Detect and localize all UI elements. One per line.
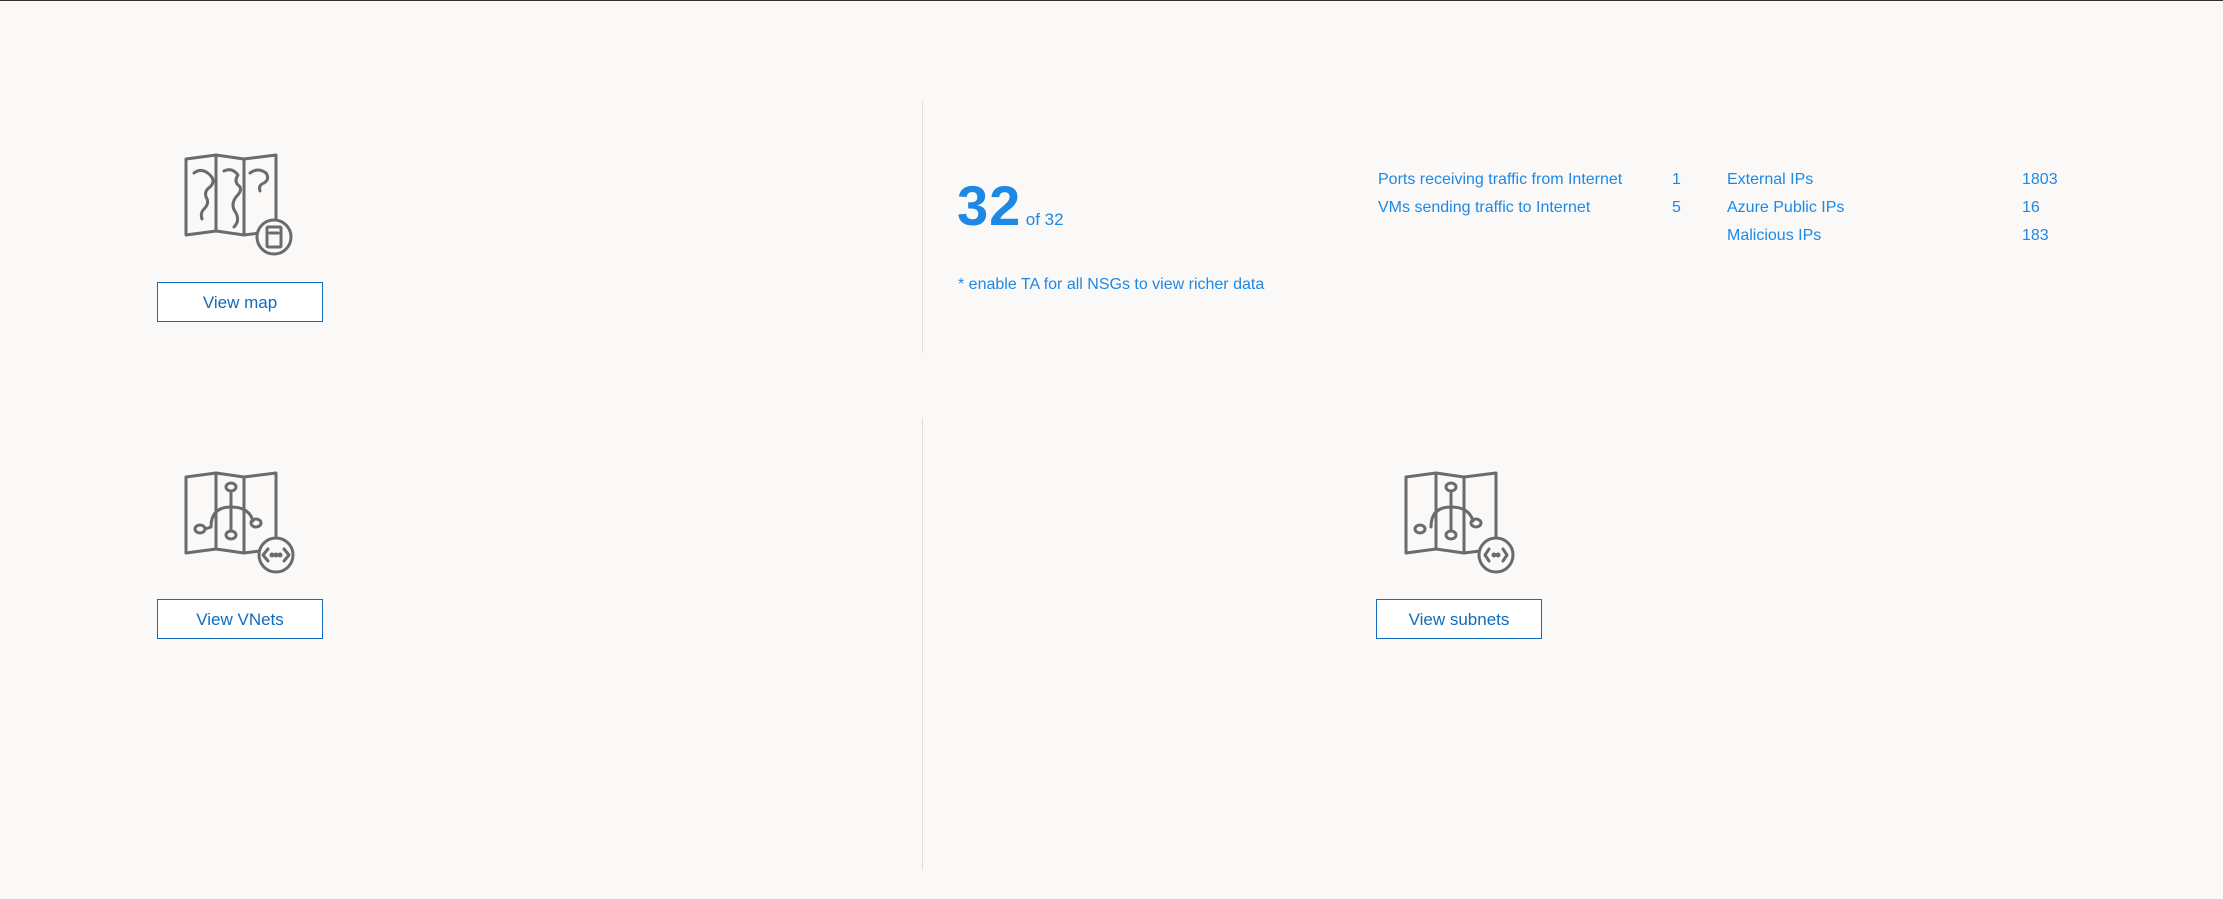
nsg-count-summary: 32 of 32 (957, 173, 1064, 238)
nsg-total-label: of 32 (1025, 210, 1064, 229)
ports-receiving-traffic-value[interactable]: 1 (1672, 171, 1681, 189)
external-ips-value[interactable]: 1803 (2022, 171, 2058, 189)
map-document-icon (180, 151, 298, 261)
nsg-count: 32 (957, 174, 1022, 237)
view-map-button[interactable]: View map (157, 282, 323, 322)
vms-sending-traffic-label[interactable]: VMs sending traffic to Internet (1378, 199, 1590, 217)
malicious-ips-value[interactable]: 183 (2022, 227, 2049, 245)
view-subnets-button[interactable]: View subnets (1376, 599, 1542, 639)
azure-public-ips-value[interactable]: 16 (2022, 199, 2040, 217)
external-ips-label[interactable]: External IPs (1727, 171, 1813, 189)
azure-public-ips-label[interactable]: Azure Public IPs (1727, 199, 1844, 217)
vertical-divider-bottom (922, 418, 923, 870)
view-vnets-button[interactable]: View VNets (157, 599, 323, 639)
subnet-map-icon (1400, 469, 1518, 579)
vertical-divider-top (922, 101, 923, 353)
vms-sending-traffic-value[interactable]: 5 (1672, 199, 1681, 217)
ports-receiving-traffic-label[interactable]: Ports receiving traffic from Internet (1378, 171, 1622, 189)
malicious-ips-label[interactable]: Malicious IPs (1727, 227, 1821, 245)
vnet-map-icon (180, 469, 298, 579)
enable-ta-note-link[interactable]: * enable TA for all NSGs to view richer … (958, 276, 1264, 294)
